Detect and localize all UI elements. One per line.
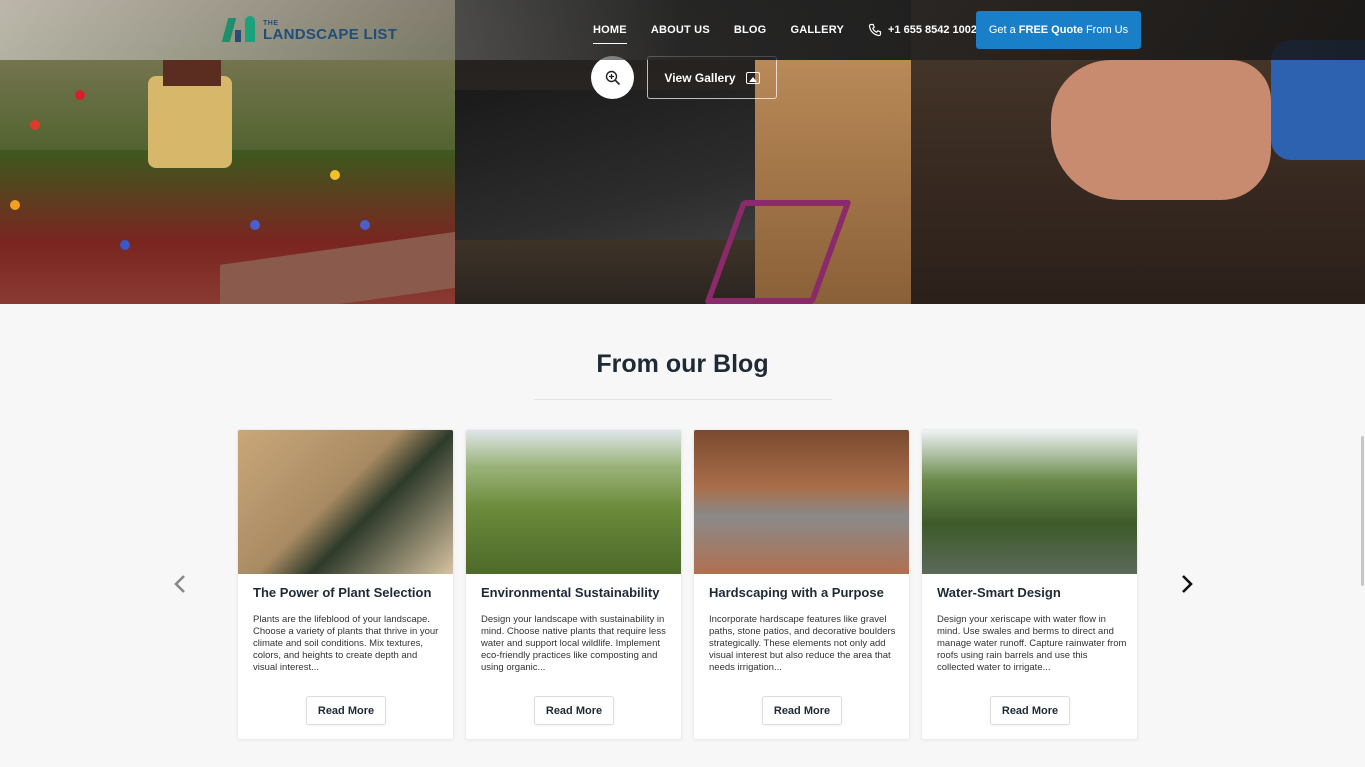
blog-card-title[interactable]: The Power of Plant Selection [253, 585, 431, 600]
image-icon [745, 71, 760, 84]
zoom-in-icon [605, 70, 620, 85]
blog-card-excerpt: Plants are the lifeblood of your landsca… [253, 614, 439, 673]
carousel-prev-button[interactable] [168, 572, 192, 596]
blog-card: Water-Smart Design Design your xeriscape… [921, 429, 1138, 740]
blog-card-title[interactable]: Hardscaping with a Purpose [709, 585, 884, 600]
read-more-button[interactable]: Read More [990, 696, 1070, 725]
read-more-button[interactable]: Read More [306, 696, 386, 725]
site-header: THE LANDSCAPE LIST HOME ABOUT US BLOG GA… [0, 0, 1365, 60]
phone-icon [868, 23, 882, 37]
blog-card-image[interactable] [238, 430, 453, 574]
chevron-right-icon [1182, 575, 1193, 593]
free-quote-button[interactable]: Get a FREE Quote From Us [976, 11, 1141, 49]
nav-gallery[interactable]: GALLERY [790, 20, 844, 40]
blog-card-image[interactable] [694, 430, 909, 574]
blog-section-title: From our Blog [596, 350, 769, 378]
blog-card-excerpt: Incorporate hardscape features like grav… [709, 614, 896, 673]
read-more-button[interactable]: Read More [534, 696, 614, 725]
view-gallery-label: View Gallery [664, 70, 736, 85]
blog-card-image[interactable] [466, 430, 681, 574]
blog-card-excerpt: Design your xeriscape with water flow in… [937, 614, 1127, 673]
read-more-button[interactable]: Read More [762, 696, 842, 725]
page: View Gallery THE LANDSCAPE LIST HOME ABO… [0, 0, 1365, 767]
chevron-left-icon [174, 575, 185, 593]
divider [534, 399, 832, 400]
blog-card-title[interactable]: Environmental Sustainability [481, 585, 659, 600]
blog-card-excerpt: Design your landscape with sustainabilit… [481, 614, 666, 673]
logo-mark-icon [221, 16, 257, 42]
nav-about-us[interactable]: ABOUT US [651, 20, 710, 40]
nav-blog[interactable]: BLOG [734, 20, 767, 40]
view-gallery-button[interactable]: View Gallery [647, 56, 777, 99]
blog-card-image[interactable] [922, 430, 1137, 574]
phone-number: +1 655 8542 1002 [888, 24, 978, 36]
zoom-in-button[interactable] [591, 56, 634, 99]
blog-card-title[interactable]: Water-Smart Design [937, 585, 1061, 600]
nav-home[interactable]: HOME [593, 20, 627, 44]
blog-card: The Power of Plant Selection Plants are … [237, 429, 454, 740]
phone-link[interactable]: +1 655 8542 1002 [868, 23, 977, 37]
blog-card: Environmental Sustainability Design your… [465, 429, 682, 740]
blog-carousel: The Power of Plant Selection Plants are … [237, 429, 1138, 740]
logo[interactable]: THE LANDSCAPE LIST [221, 16, 398, 43]
logo-big-text: LANDSCAPE LIST [263, 26, 398, 43]
main-nav: HOME ABOUT US BLOG GALLERY +1 655 8542 1… [593, 0, 977, 60]
carousel-next-button[interactable] [1175, 572, 1199, 596]
blog-card: Hardscaping with a Purpose Incorporate h… [693, 429, 910, 740]
page-scrollbar[interactable] [1361, 436, 1364, 586]
